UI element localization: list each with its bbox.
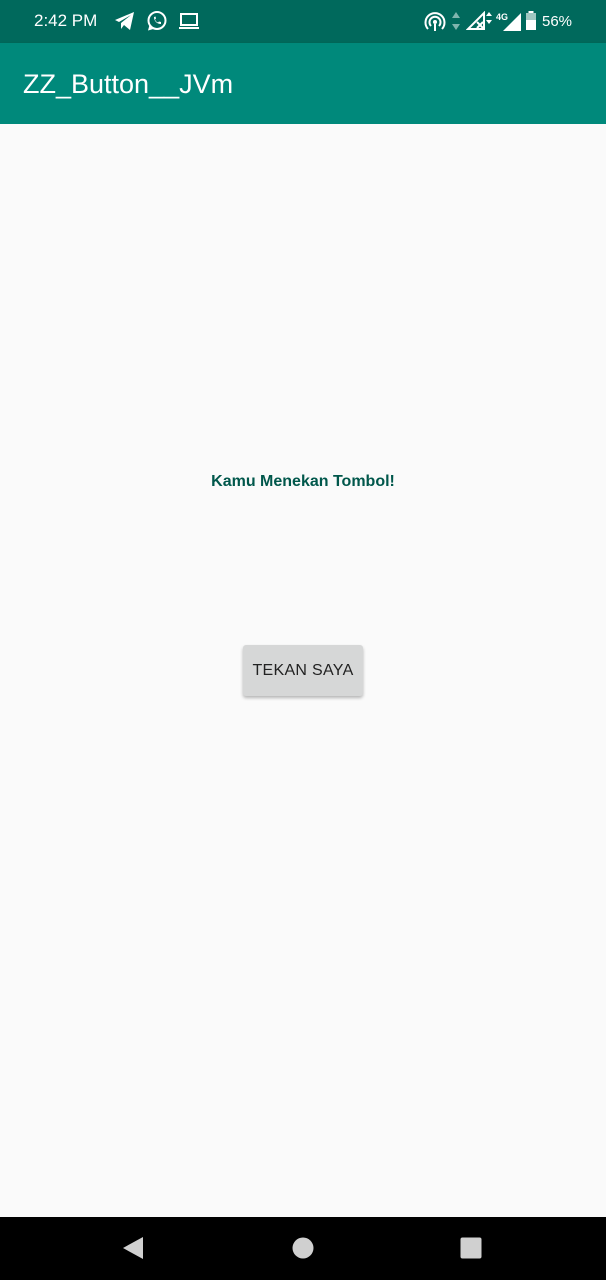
recents-icon[interactable]: [456, 1233, 486, 1263]
data-arrows-icon: [452, 12, 460, 30]
battery-percent: 56%: [542, 13, 573, 30]
back-icon[interactable]: [118, 1233, 148, 1263]
battery-icon: [526, 11, 536, 30]
laptop-icon: [179, 13, 199, 29]
tekan-saya-button[interactable]: TEKAN SAYA: [243, 645, 363, 696]
whatsapp-icon: [147, 11, 167, 31]
app-title: ZZ_Button__JVm: [23, 69, 234, 99]
signal-icon: [503, 13, 521, 31]
status-time: 2:42 PM: [34, 11, 98, 30]
status-bar: 2:42 PM 4G 56%: [0, 0, 606, 43]
telegram-icon: [115, 12, 134, 30]
message-text: Kamu Menekan Tombol!: [211, 473, 395, 490]
hotspot-icon: [424, 12, 446, 31]
home-icon[interactable]: [288, 1233, 318, 1263]
main-content: Kamu Menekan Tombol! TEKAN SAYA: [0, 124, 606, 1217]
app-bar: ZZ_Button__JVm: [0, 43, 606, 124]
signal-no-service-icon: [466, 11, 485, 30]
navigation-bar: [0, 1217, 606, 1280]
